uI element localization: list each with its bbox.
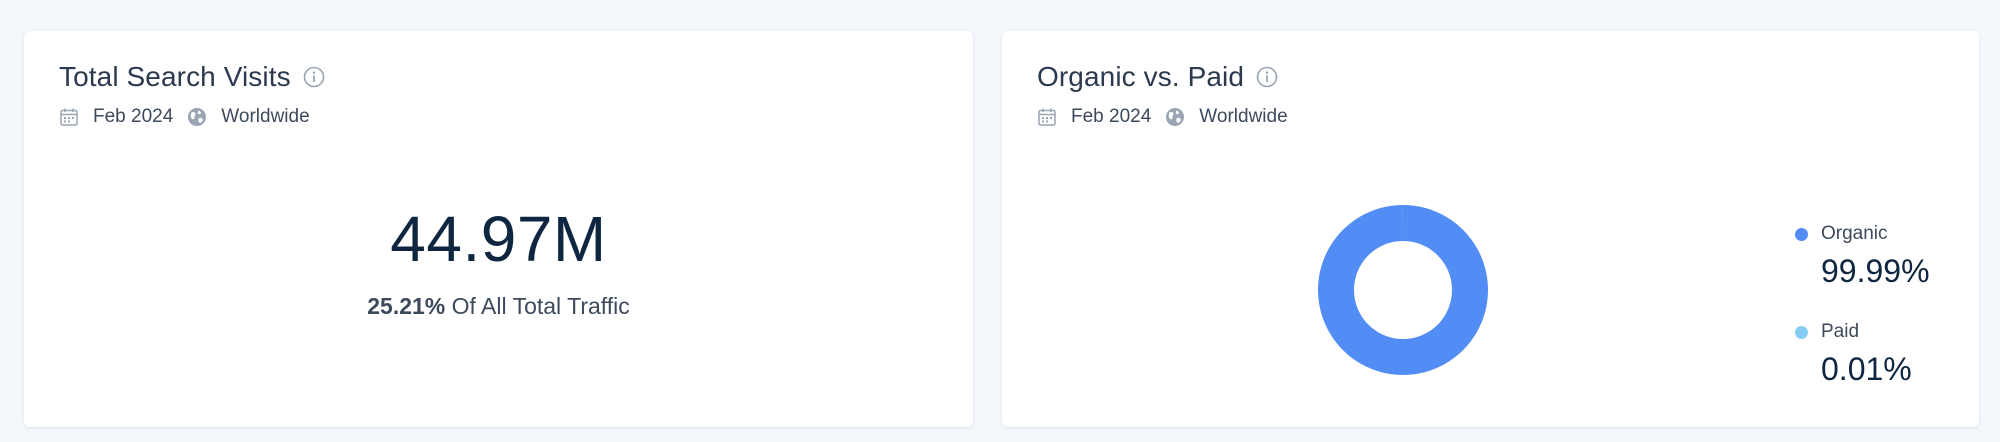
traffic-share-text: Of All Total Traffic (451, 293, 630, 319)
organic-vs-paid-header: Organic vs. Paid (1037, 59, 1278, 95)
card-filters: Feb 2024 Worldwide (59, 103, 310, 131)
region-label: Worldwide (1199, 106, 1288, 127)
calendar-icon (59, 107, 79, 127)
total-visits-value: 44.97M (390, 203, 607, 275)
total-search-visits-card: Total Search Visits Feb 2024 Worldwide 4… (24, 31, 973, 427)
date-label: Feb 2024 (1071, 106, 1152, 127)
organic-paid-donut-chart[interactable] (1318, 205, 1488, 375)
card-filters: Feb 2024 Worldwide (1037, 103, 1288, 131)
traffic-share: 25.21% Of All Total Traffic (24, 293, 973, 320)
legend-value: 99.99% (1821, 253, 1930, 289)
legend-value: 0.01% (1821, 351, 1912, 387)
legend-dot-paid (1795, 326, 1808, 339)
legend-dot-organic (1795, 228, 1808, 241)
organic-vs-paid-card: Organic vs. Paid Feb 2024 Worldwide Orga… (1002, 31, 1979, 427)
globe-icon (187, 107, 207, 127)
legend-label: Paid (1821, 321, 1860, 342)
card-title: Organic vs. Paid (1037, 61, 1245, 92)
legend-label: Organic (1821, 223, 1888, 244)
calendar-icon (1037, 107, 1057, 127)
date-label: Feb 2024 (93, 106, 174, 127)
info-icon[interactable] (1256, 66, 1278, 88)
info-icon[interactable] (303, 66, 325, 88)
traffic-share-percent: 25.21% (367, 293, 446, 319)
total-search-visits-header: Total Search Visits (59, 59, 325, 95)
card-title: Total Search Visits (59, 61, 291, 92)
region-label: Worldwide (221, 106, 310, 127)
globe-icon (1165, 107, 1185, 127)
